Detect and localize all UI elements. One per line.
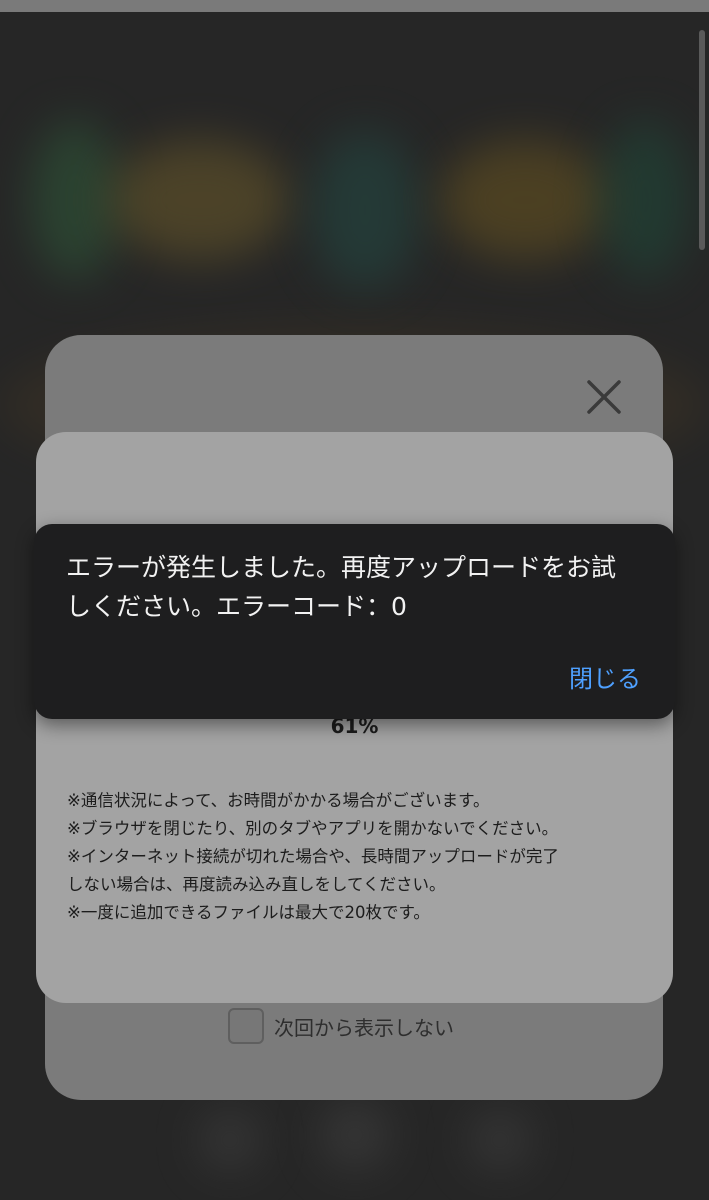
background-blur [470, 1110, 530, 1170]
upload-note: ※インターネット接続が切れた場合や、長時間アップロードが完了 [67, 847, 559, 866]
background-blur [110, 140, 290, 260]
scrollbar [699, 30, 705, 250]
dont-show-again-label: 次回から表示しない [274, 1015, 454, 1040]
background-blur [320, 1100, 390, 1170]
error-message: エラーが発生しました。再度アップロードをお試しください。エラーコード：0 [66, 553, 617, 621]
upload-notes: ※通信状況によって、お時間がかかる場合がございます。 ※ブラウザを閉じたり、別の… [67, 787, 647, 927]
background-blur [310, 130, 420, 290]
background-blur [600, 120, 690, 280]
dont-show-again-checkbox[interactable] [228, 1008, 264, 1044]
snackbar-close-button[interactable]: 閉じる [569, 659, 641, 694]
close-icon [587, 380, 621, 414]
error-snackbar: エラーが発生しました。再度アップロードをお試しください。エラーコード：0 閉じる [34, 524, 675, 719]
upload-note: ※ブラウザを閉じたり、別のタブやアプリを開かないでください。 [67, 819, 559, 838]
background-blur [200, 1110, 260, 1170]
background-blur [30, 120, 120, 280]
upload-note: ※一度に追加できるファイルは最大で20枚です。 [67, 903, 430, 922]
background-blur [440, 140, 610, 260]
upload-note: しない場合は、再度読み込み直しをしてください。 [67, 875, 446, 894]
upload-note: ※通信状況によって、お時間がかかる場合がございます。 [67, 791, 490, 810]
close-button[interactable] [582, 375, 626, 419]
status-bar [0, 0, 709, 12]
dont-show-again-option[interactable]: 次回から表示しない [228, 1006, 454, 1046]
